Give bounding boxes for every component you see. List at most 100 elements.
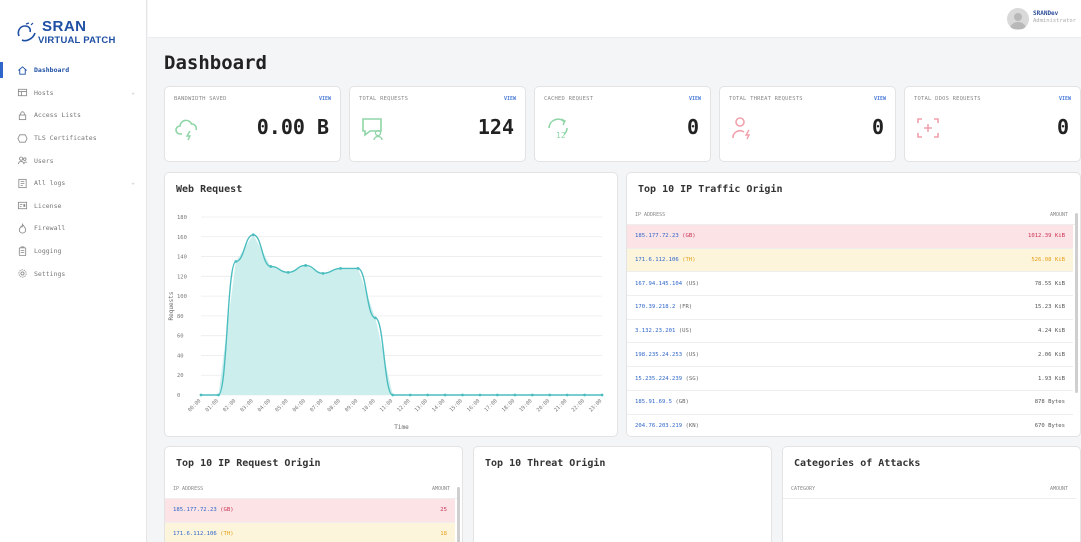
view-link[interactable]: VIEW	[319, 96, 331, 102]
x-tick-label: 07:00	[309, 398, 324, 413]
x-tick-label: 09:00	[344, 398, 359, 413]
table-row[interactable]: 15.235.224.239 (SG) 1.93 KiB	[627, 367, 1073, 391]
data-point	[408, 393, 412, 397]
data-point	[548, 393, 552, 397]
column-header-ip[interactable]: IP ADDRESS	[173, 486, 203, 492]
column-header-category[interactable]: CATEGORY	[791, 486, 815, 492]
avatar[interactable]	[1007, 8, 1029, 30]
ip-cell: 198.235.24.253 (US)	[635, 352, 699, 358]
svg-text:12: 12	[556, 131, 566, 140]
table-row[interactable]: 170.39.218.2 (FR) 15.23 KiB	[627, 296, 1073, 320]
data-point	[583, 393, 586, 397]
user-name[interactable]: SRANDev	[1033, 10, 1058, 17]
sidebar-item-label: Settings	[34, 269, 66, 278]
sidebar-item-hosts[interactable]: Hosts ⌄	[0, 82, 147, 105]
country-code: (GB)	[220, 507, 234, 514]
stat-card-bandwidth-saved: BANDWIDTH SAVED VIEW 0.00 B	[164, 86, 341, 162]
web-request-panel: Web Request 0 20 40 60 80 100 120 140 160 180 00:0…	[164, 172, 618, 437]
stat-value: 124	[477, 115, 514, 139]
traffic-origin-panel: Top 10 IP Traffic Origin IP ADDRESS AMOU…	[626, 172, 1081, 437]
column-header-amount[interactable]: AMOUNT	[432, 486, 450, 492]
data-point	[600, 393, 604, 397]
data-point	[321, 271, 325, 275]
stat-card-total-threat-requests: TOTAL THREAT REQUESTS VIEW 0	[719, 86, 896, 162]
column-header-amount[interactable]: AMOUNT	[1050, 486, 1068, 492]
ip-cell: 185.177.72.23 (GB)	[635, 233, 696, 239]
table-row[interactable]: 185.177.72.23 (GB) 25	[165, 499, 455, 523]
x-tick-label: 14:00	[431, 398, 446, 413]
cloud-bolt-icon	[175, 119, 198, 141]
y-tick-label: 100	[177, 294, 187, 300]
sidebar-item-access-lists[interactable]: Access Lists	[0, 104, 147, 127]
view-link[interactable]: VIEW	[1059, 96, 1071, 102]
table-row[interactable]: 3.132.23.201 (US) 4.24 KiB	[627, 320, 1073, 344]
ip-address[interactable]: 170.39.218.2	[635, 304, 675, 310]
country-code: (US)	[678, 328, 693, 335]
ip-address[interactable]: 15.235.224.239	[635, 376, 682, 382]
x-tick-label: 04:00	[257, 398, 272, 413]
amount-cell: 1012.39 KiB	[1027, 233, 1065, 240]
sidebar-item-tls-certificates[interactable]: TLS Certificates	[0, 127, 147, 150]
table-row[interactable]: 185.91.69.5 (GB) 878 Bytes	[627, 391, 1073, 415]
sidebar-item-all-logs[interactable]: All logs ⌄	[0, 172, 147, 195]
sidebar-item-users[interactable]: Users	[0, 149, 147, 172]
column-header-amount[interactable]: AMOUNT	[1050, 212, 1068, 218]
table-row[interactable]: 204.76.203.219 (KN) 670 Bytes	[627, 415, 1073, 436]
view-link[interactable]: VIEW	[874, 96, 886, 102]
ip-cell: 15.235.224.239 (SG)	[635, 376, 699, 382]
sidebar-item-logging[interactable]: Logging	[0, 240, 147, 263]
scrollbar[interactable]	[1075, 213, 1078, 393]
sidebar-item-dashboard[interactable]: Dashboard	[0, 59, 147, 82]
user-bolt-icon	[732, 117, 751, 140]
sidebar-item-license[interactable]: License	[0, 195, 147, 218]
view-link[interactable]: VIEW	[689, 96, 701, 102]
table-row[interactable]: 198.235.24.253 (US) 2.06 KiB	[627, 344, 1073, 368]
ip-address[interactable]: 3.132.23.201	[635, 328, 675, 334]
ip-address[interactable]: 204.76.203.219	[635, 423, 682, 429]
scrollbar[interactable]	[457, 487, 460, 542]
table-row[interactable]: 171.6.112.106 (TH) 526.08 KiB	[627, 248, 1073, 273]
column-header-ip[interactable]: IP ADDRESS	[635, 212, 665, 218]
ip-cell: 185.91.69.5 (GB)	[635, 399, 689, 405]
data-point	[530, 393, 534, 397]
ip-address[interactable]: 185.177.72.23	[635, 233, 679, 239]
x-tick-label: 19:00	[518, 398, 533, 413]
ip-cell: 171.6.112.106 (TH)	[635, 257, 696, 263]
ip-address[interactable]: 167.94.145.104	[635, 281, 682, 287]
stat-card-cached-request: CACHED REQUEST VIEW 12 0	[534, 86, 711, 162]
country-code: (SG)	[685, 375, 700, 382]
brand-logo[interactable]: SRAN VIRTUAL PATCH	[16, 16, 141, 50]
ip-address[interactable]: 171.6.112.106	[635, 257, 679, 263]
chevron-down-icon[interactable]: ⌄	[131, 179, 135, 186]
panel-title: Top 10 Threat Origin	[485, 458, 606, 469]
country-code: (GB)	[682, 233, 696, 240]
chevron-down-icon[interactable]: ⌄	[131, 89, 135, 96]
table-row[interactable]: 185.177.72.23 (GB) 1012.39 KiB	[627, 225, 1073, 249]
stat-card-total-ddos-requests: TOTAL DDOS REQUESTS VIEW 0	[904, 86, 1081, 162]
table-row[interactable]: 167.94.145.104 (US) 78.55 KiB	[627, 272, 1073, 297]
ip-cell: 167.94.145.104 (US)	[635, 281, 699, 287]
ip-address[interactable]: 171.6.112.106	[173, 531, 217, 537]
data-point	[426, 393, 430, 397]
stat-value: 0	[1056, 115, 1069, 139]
sidebar-item-firewall[interactable]: Firewall	[0, 217, 147, 240]
sidebar-item-label: License	[34, 201, 62, 210]
x-tick-label: 13:00	[414, 398, 429, 413]
amount-cell: 4.24 KiB	[1038, 328, 1065, 335]
amount-cell: 2.06 KiB	[1038, 351, 1065, 358]
amount-cell: 78.55 KiB	[1034, 280, 1065, 287]
sidebar-item-settings[interactable]: Settings	[0, 262, 147, 285]
ip-address[interactable]: 185.91.69.5	[635, 399, 672, 405]
chat-user-icon	[362, 118, 383, 141]
panel-title: Web Request	[176, 184, 243, 195]
stat-label: BANDWIDTH SAVED	[174, 96, 227, 102]
ip-address[interactable]: 198.235.24.253	[635, 352, 682, 358]
attack-categories-panel: Categories of Attacks CATEGORY AMOUNT	[782, 446, 1081, 542]
x-tick-label: 01:00	[205, 398, 220, 413]
x-tick-label: 18:00	[501, 398, 516, 413]
x-tick-label: 08:00	[327, 398, 342, 413]
ip-address[interactable]: 185.177.72.23	[173, 507, 217, 513]
table-row[interactable]: 171.6.112.106 (TH) 18	[165, 522, 455, 542]
view-link[interactable]: VIEW	[504, 96, 516, 102]
amount-cell: 526.08 KiB	[1031, 257, 1065, 264]
